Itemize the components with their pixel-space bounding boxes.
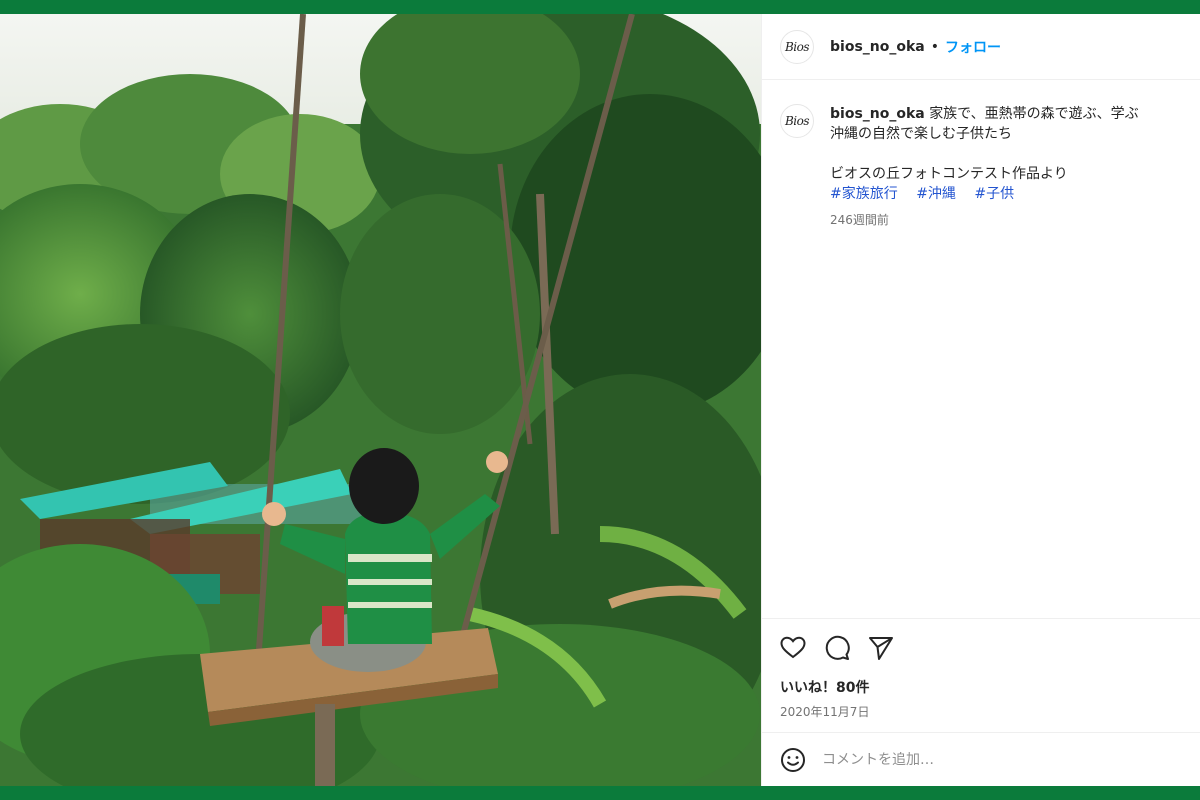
follow-button[interactable]: フォロー	[945, 37, 1001, 57]
action-bar: いいね！80件 2020年11月7日	[762, 618, 1200, 720]
caption-line-2: 沖縄の自然で楽しむ子供たち	[830, 126, 1012, 142]
caption-body: bios_no_oka 家族で、亜熱帯の森で遊ぶ、学ぶ 沖縄の自然で楽しむ子供た…	[830, 104, 1139, 230]
caption-avatar[interactable]: Bios	[780, 104, 814, 138]
comment-bubble-icon[interactable]	[824, 635, 850, 661]
caption-line-1: 家族で、亜熱帯の森で遊ぶ、学ぶ	[929, 106, 1139, 122]
caption-line-3: ビオスの丘フォトコンテスト作品より	[830, 166, 1068, 182]
hashtag-okinawa[interactable]: #沖縄	[916, 186, 956, 202]
separator-dot: •	[930, 38, 939, 55]
username[interactable]: bios_no_oka	[830, 39, 925, 55]
post-date: 2020年11月7日	[780, 705, 870, 719]
hashtags: #家族旅行 #沖縄 #子供	[830, 184, 1139, 204]
send-icon[interactable]	[868, 635, 894, 661]
post-sidebar: Bios bios_no_oka • フォロー Bios bios_no_oka…	[761, 14, 1200, 786]
likes-count[interactable]: いいね！80件	[780, 677, 1183, 697]
time-ago[interactable]: 246週間前	[830, 210, 1139, 230]
hashtag-kids[interactable]: #子供	[974, 186, 1014, 202]
smiley-icon[interactable]	[780, 747, 806, 773]
avatar[interactable]: Bios	[780, 29, 814, 64]
frame-bottom-bar	[0, 786, 1200, 800]
caption: Bios bios_no_oka 家族で、亜熱帯の森で遊ぶ、学ぶ 沖縄の自然で楽…	[762, 80, 1200, 230]
avatar-logo: Bios	[784, 39, 810, 54]
caption-username[interactable]: bios_no_oka	[830, 106, 925, 122]
comment-input[interactable]	[822, 751, 1162, 768]
hashtag-family-trip[interactable]: #家族旅行	[830, 186, 898, 202]
comment-bar	[762, 732, 1200, 786]
post-photo[interactable]	[0, 14, 761, 786]
frame-top-bar	[0, 0, 1200, 14]
forest-swing-image	[0, 14, 761, 786]
instagram-post: Bios bios_no_oka • フォロー Bios bios_no_oka…	[0, 14, 1200, 786]
heart-icon[interactable]	[780, 636, 806, 660]
caption-avatar-logo: Bios	[784, 114, 810, 128]
post-header: Bios bios_no_oka • フォロー	[762, 14, 1200, 80]
